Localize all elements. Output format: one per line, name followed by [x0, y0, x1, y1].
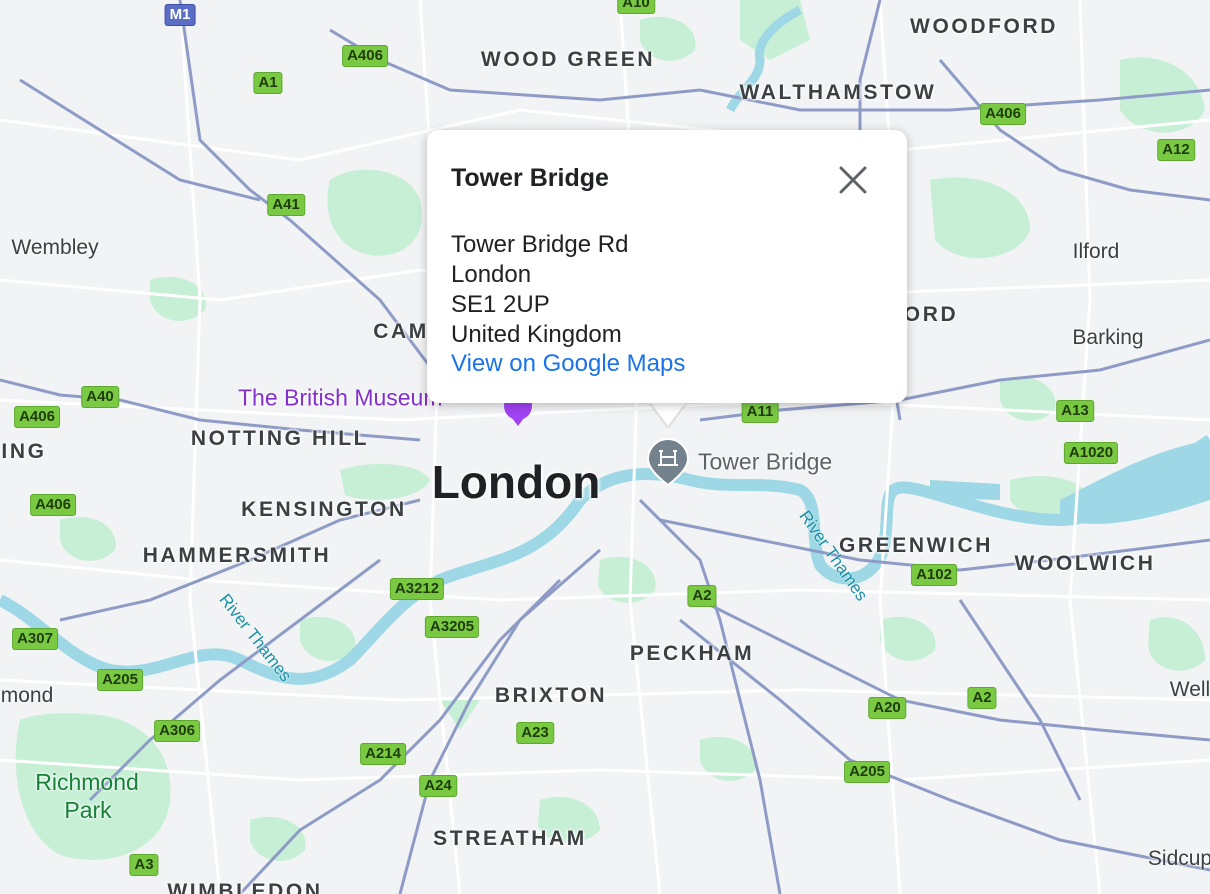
popup-pointer [650, 402, 686, 426]
road-shield-a12: A12 [1157, 139, 1195, 161]
district-greenwich: GREENWICH [838, 534, 994, 557]
road-shield-a214: A214 [360, 743, 406, 765]
place-welling-partial: Well [1169, 678, 1210, 701]
road-shield-a2-east: A2 [967, 687, 997, 709]
district-peckham: PECKHAM [629, 642, 755, 665]
district-camden-partial: CAM [373, 320, 429, 343]
road-shield-a102: A102 [911, 564, 957, 586]
park-label-richmond: Richmond [35, 769, 139, 795]
address-line-postcode: SE1 2UP [451, 291, 550, 318]
road-shield-a40: A40 [81, 386, 119, 408]
info-window-address: Tower Bridge Rd London SE1 2UP United Ki… [451, 230, 628, 350]
road-shield-a1020: A1020 [1063, 442, 1119, 464]
road-shield-a205-east: A205 [844, 761, 890, 783]
place-wembley: Wembley [11, 236, 99, 259]
address-line-street: Tower Bridge Rd [451, 231, 629, 258]
district-brixton: BRIXTON [494, 684, 608, 707]
info-window-title: Tower Bridge [451, 164, 609, 192]
district-walthamstow: WALTHAMSTOW [739, 81, 937, 104]
road-shield-a1: A1 [253, 72, 283, 94]
park-label-park: Park [64, 797, 112, 823]
close-icon [839, 166, 867, 194]
city-label-london: London [431, 456, 601, 508]
view-on-google-maps-link[interactable]: View on Google Maps [451, 350, 685, 378]
poi-label-british-museum[interactable]: The British Museum [238, 385, 443, 412]
road-shield-a205-west: A205 [97, 669, 143, 691]
district-ealing-partial: ING [1, 440, 47, 463]
poi-label-tower-bridge[interactable]: Tower Bridge [698, 449, 832, 476]
address-line-city: London [451, 261, 532, 288]
place-ilford: Ilford [1072, 240, 1120, 263]
road-shield-a11: A11 [741, 401, 779, 423]
address-line-country: United Kingdom [451, 321, 622, 348]
district-stratford-partial: ORD [903, 303, 959, 326]
district-woolwich: WOOLWICH [1014, 552, 1156, 575]
road-shield-m1: M1 [164, 4, 196, 26]
road-shield-a406-south: A406 [30, 494, 76, 516]
road-shield-a20: A20 [868, 697, 906, 719]
road-shield-a406-north: A406 [342, 45, 388, 67]
district-wood-green: WOOD GREEN [480, 48, 656, 71]
road-shield-a406-west: A406 [14, 406, 60, 428]
place-barking: Barking [1072, 326, 1144, 349]
district-kensington: KENSINGTON [241, 498, 407, 521]
road-shield-a3205: A3205 [424, 616, 480, 638]
district-wimbledon: WIMBLEDON [167, 880, 323, 894]
map-canvas[interactable]: WOOD GREEN WALTHAMSTOW WOODFORD CAM ORD … [0, 0, 1210, 894]
place-sidcup: Sidcup [1147, 847, 1210, 870]
road-shield-a13: A13 [1056, 400, 1094, 422]
road-shield-a10: A10 [617, 0, 655, 14]
road-shield-a307: A307 [12, 628, 58, 650]
district-woodford: WOODFORD [910, 15, 1058, 38]
road-shield-a23: A23 [516, 722, 554, 744]
road-shield-a3: A3 [129, 854, 159, 876]
road-shield-a41: A41 [267, 194, 305, 216]
road-shield-a306: A306 [154, 720, 200, 742]
place-richmond-partial: mond [0, 684, 54, 707]
close-button[interactable] [831, 158, 875, 202]
district-notting-hill: NOTTING HILL [190, 427, 370, 450]
road-shield-a2-central: A2 [687, 585, 717, 607]
road-shield-a24: A24 [419, 775, 457, 797]
info-window: Tower Bridge Tower Bridge Rd London SE1 … [427, 130, 907, 403]
road-shield-a3212: A3212 [389, 578, 445, 600]
district-hammersmith: HAMMERSMITH [142, 544, 332, 567]
district-streatham: STREATHAM [433, 827, 587, 850]
road-shield-a406-east: A406 [980, 103, 1026, 125]
